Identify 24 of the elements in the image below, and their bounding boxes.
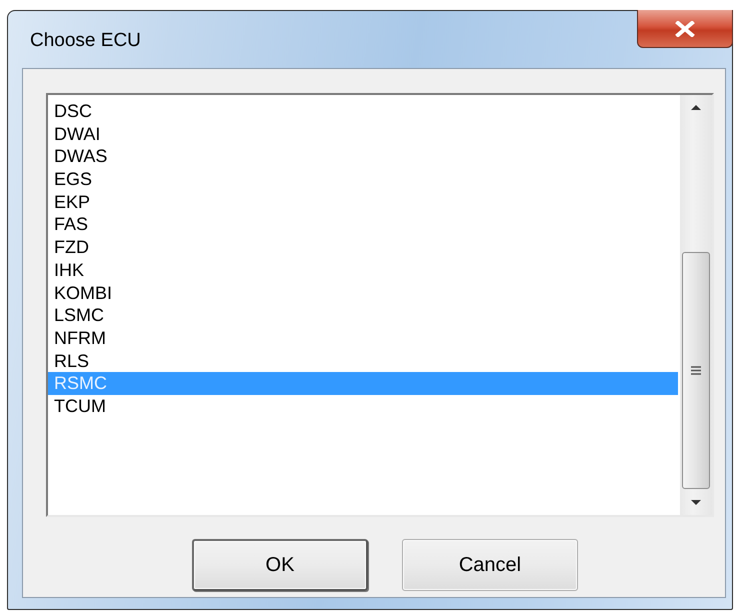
scroll-up-icon[interactable] xyxy=(690,103,702,111)
list-item[interactable]: DWAI xyxy=(48,122,678,146)
list-item[interactable]: TCUM xyxy=(48,394,678,418)
list-item[interactable]: EKP xyxy=(48,190,678,214)
list-item[interactable]: IHK xyxy=(48,258,678,282)
ok-button[interactable]: OK xyxy=(192,539,368,591)
ecu-list[interactable]: DSC DWAI DWAS EGS EKP FAS FZD IHK KOMBI LSMC NFRM RLS RSMC TCUM xyxy=(46,93,714,517)
list-item[interactable]: DSC xyxy=(48,100,678,123)
cancel-button[interactable]: Cancel xyxy=(402,539,578,591)
list-item[interactable]: FAS xyxy=(48,213,678,236)
grip-icon xyxy=(691,366,701,375)
list-item[interactable]: KOMBI xyxy=(48,282,678,304)
close-button[interactable] xyxy=(637,10,733,48)
list-item[interactable]: RLS xyxy=(48,350,678,372)
close-icon xyxy=(674,20,696,36)
window-title: Choose ECU xyxy=(30,30,141,52)
scrollbar-thumb[interactable] xyxy=(682,252,710,489)
list-item[interactable]: EGS xyxy=(48,168,678,191)
list-item[interactable]: LSMC xyxy=(48,304,678,327)
list-item[interactable]: FZD xyxy=(48,236,678,259)
scrollbar[interactable] xyxy=(680,95,712,515)
list-item[interactable]: NFRM xyxy=(48,326,678,350)
list-item[interactable]: DWAS xyxy=(48,145,678,168)
scroll-down-icon[interactable] xyxy=(690,499,702,507)
